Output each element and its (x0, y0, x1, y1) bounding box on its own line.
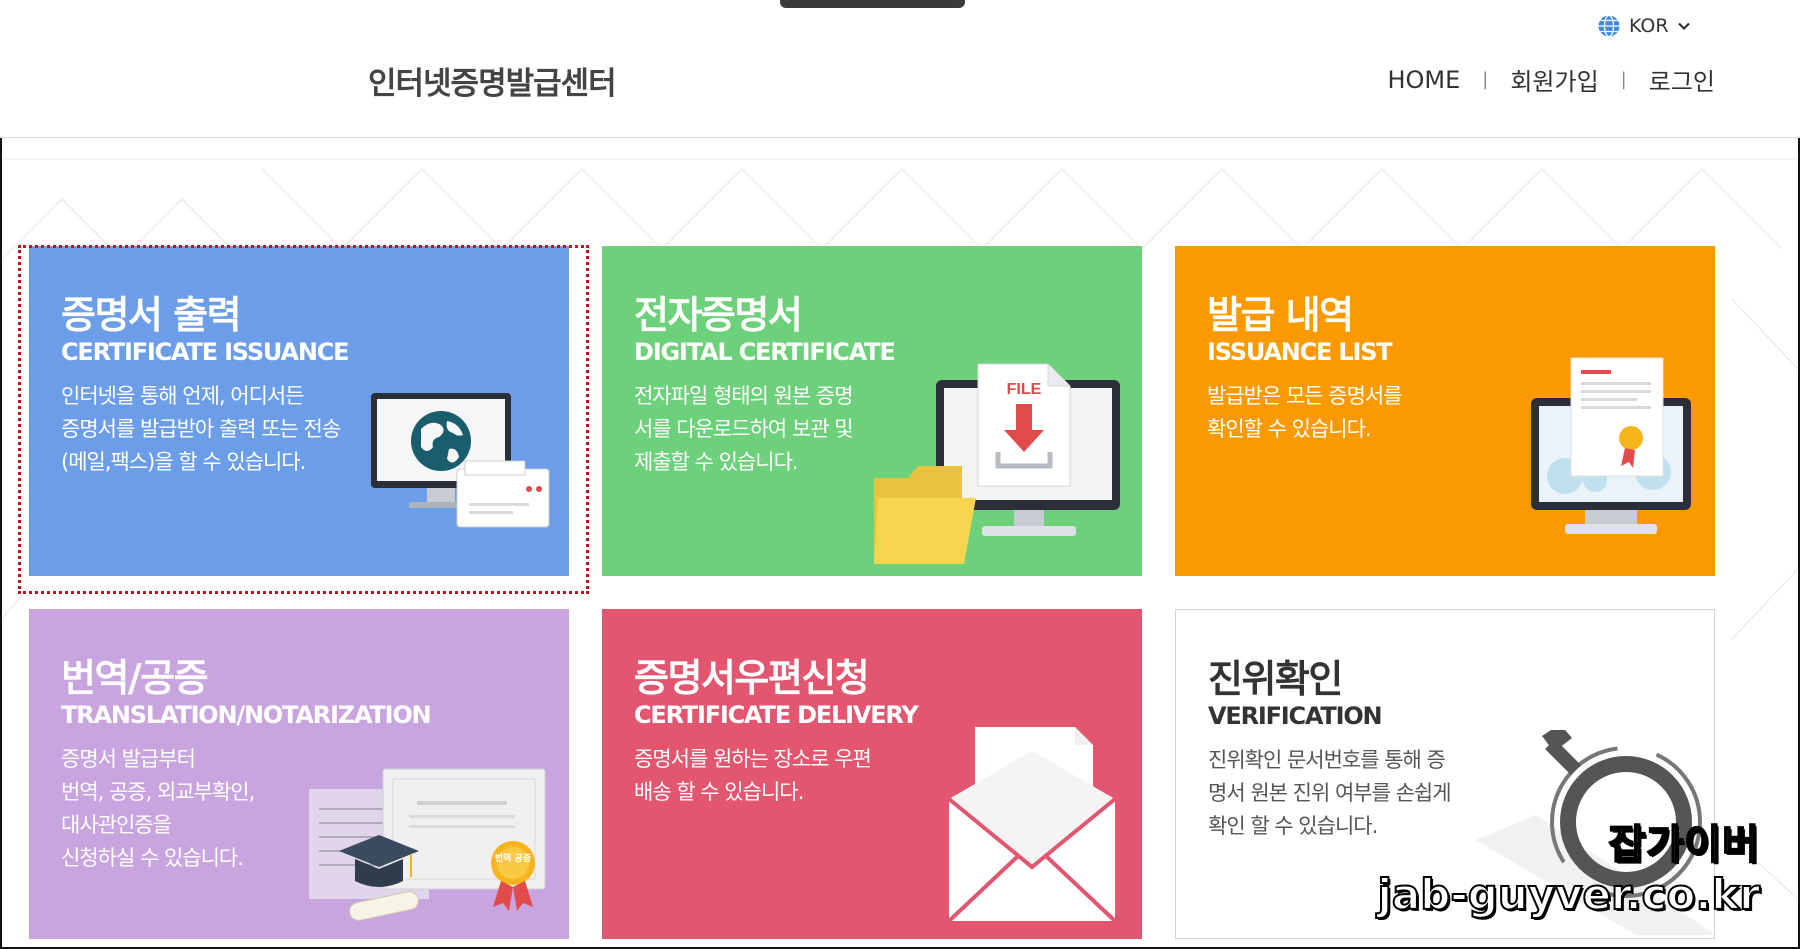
site-title[interactable]: 인터넷증명발급센터 (368, 58, 617, 103)
seal-text: 번역 공증 (495, 852, 531, 864)
globe-icon (1598, 14, 1620, 38)
computer-globe-icon (371, 393, 550, 528)
card-title: 발급 내역 (1207, 293, 1354, 337)
file-download-icon: FILE (874, 363, 1120, 564)
watermark: 잡가이버 jab-guyver.co.kr (1377, 812, 1761, 920)
card-translation-notarization[interactable]: 번역/공증 TRANSLATION/NOTARIZATION 증명서 발급부터 … (29, 609, 569, 939)
card-subtitle: CERTIFICATE DELIVERY (634, 701, 919, 729)
envelope-icon (947, 727, 1117, 923)
card-description: 전자파일 형태의 원본 증명 서를 다운로드하여 보관 및 제출할 수 있습니다… (634, 384, 854, 474)
card-title: 진위확인 (1208, 657, 1343, 701)
file-label: FILE (1007, 381, 1042, 398)
card-subtitle: VERIFICATION (1208, 702, 1383, 730)
nav-separator: | (1482, 69, 1489, 90)
card-title: 전자증명서 (634, 293, 803, 337)
card-title: 번역/공증 (61, 656, 209, 700)
site-header: 인터넷증명발급센터 KOR HOME | 회원가입 | 로그인 (0, 0, 1800, 138)
nav-signup-link[interactable]: 회원가입 (1510, 62, 1598, 97)
chevron-down-icon (1677, 22, 1690, 31)
language-selector[interactable]: KOR (1597, 14, 1691, 38)
nav-separator: | (1620, 69, 1627, 90)
card-subtitle: ISSUANCE LIST (1207, 338, 1393, 366)
card-subtitle: DIGITAL CERTIFICATE (634, 338, 896, 366)
card-description: 발급받은 모든 증명서를 확인할 수 있습니다. (1207, 384, 1403, 441)
nav-login-link[interactable]: 로그인 (1649, 62, 1715, 97)
watermark-url: jab-guyver.co.kr (1377, 869, 1761, 920)
card-subtitle: TRANSLATION/NOTARIZATION (61, 701, 432, 729)
watermark-name: 잡가이버 (1608, 821, 1760, 869)
card-description: 인터넷을 통해 언제, 어디서든 증명서를 발급받아 출력 또는 전송 (메일,… (61, 384, 341, 474)
card-subtitle: CERTIFICATE ISSUANCE (61, 338, 350, 366)
card-title: 증명서우편신청 (634, 656, 870, 700)
card-certificate-delivery[interactable]: 증명서우편신청 CERTIFICATE DELIVERY 증명서를 원하는 장소… (602, 609, 1142, 939)
language-label: KOR (1629, 15, 1669, 37)
card-certificate-issuance[interactable]: 증명서 출력 CERTIFICATE ISSUANCE 인터넷을 통해 언제, … (29, 246, 569, 576)
card-description: 증명서를 원하는 장소로 우편 배송 할 수 있습니다. (634, 747, 872, 804)
card-issuance-list[interactable]: 발급 내역 ISSUANCE LIST 발급받은 모든 증명서를 확인할 수 있… (1175, 246, 1715, 576)
window-notch (780, 0, 965, 8)
card-title: 증명서 출력 (61, 293, 242, 337)
top-nav: HOME | 회원가입 | 로그인 (1387, 62, 1715, 97)
card-digital-certificate[interactable]: 전자증명서 DIGITAL CERTIFICATE 전자파일 형태의 원본 증명… (602, 246, 1142, 576)
certificate-monitor-icon (1531, 357, 1691, 534)
card-description: 증명서 발급부터 번역, 공증, 외교부확인, 대사관인증을 신청하실 수 있습… (61, 747, 255, 870)
nav-home-link[interactable]: HOME (1387, 66, 1460, 94)
diploma-icon: 번역 공증 (309, 768, 546, 921)
